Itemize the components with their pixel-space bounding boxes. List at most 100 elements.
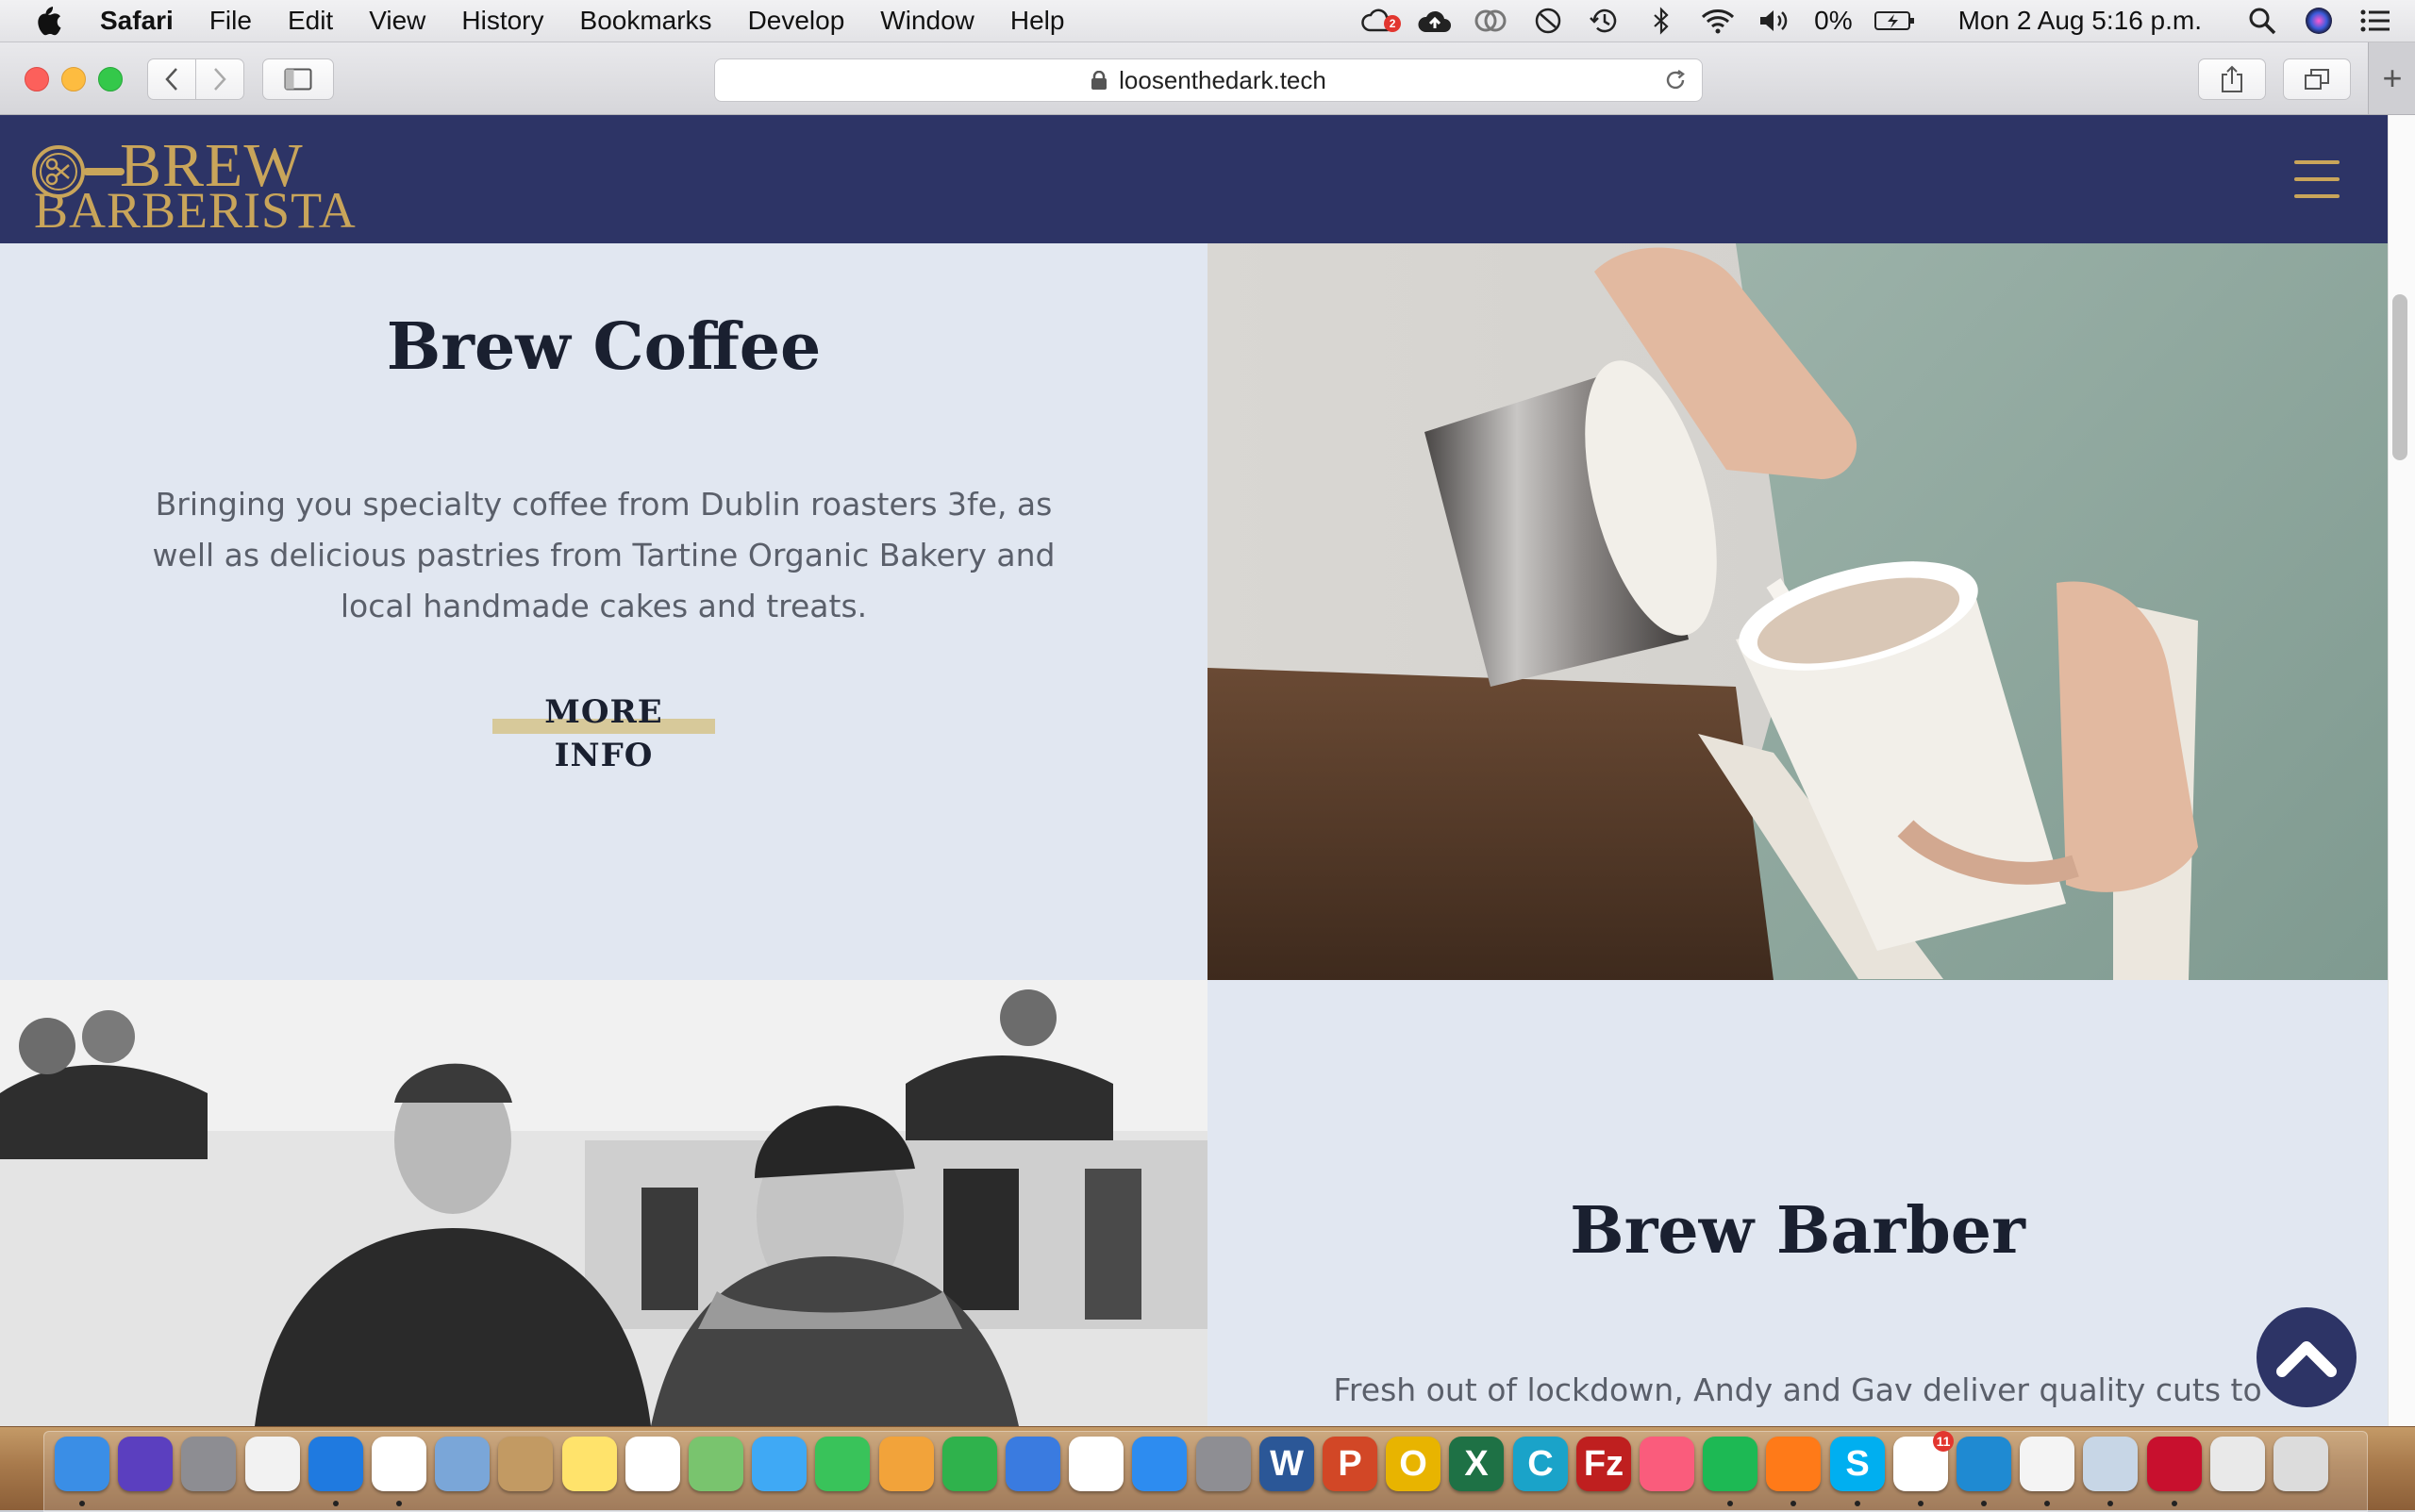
minimize-window-button[interactable] bbox=[61, 67, 86, 91]
notification-center-icon[interactable] bbox=[2357, 6, 2394, 36]
dock-outlook-icon[interactable]: O bbox=[1386, 1437, 1441, 1491]
menu-edit[interactable]: Edit bbox=[288, 6, 333, 36]
dock-photos-icon[interactable] bbox=[1069, 1437, 1124, 1491]
dock-trash-icon[interactable] bbox=[2273, 1437, 2328, 1491]
dock-reminders-icon[interactable] bbox=[625, 1437, 680, 1491]
menu-file[interactable]: File bbox=[209, 6, 252, 36]
dock-cyberduck-icon[interactable]: C bbox=[1513, 1437, 1568, 1491]
back-button[interactable] bbox=[147, 58, 196, 100]
share-button[interactable] bbox=[2198, 58, 2266, 100]
dock-spotify-icon[interactable] bbox=[1703, 1437, 1757, 1491]
site-header: BREW BARBERISTA bbox=[0, 115, 2388, 243]
dock-numbers-icon[interactable] bbox=[942, 1437, 997, 1491]
battery-percent[interactable]: 0% bbox=[1814, 6, 1852, 36]
dock-acrobat-icon[interactable] bbox=[2147, 1437, 2202, 1491]
url-text: loosenthedark.tech bbox=[1119, 65, 1326, 94]
site-logo[interactable]: BREW BARBERISTA bbox=[30, 131, 356, 239]
address-bar[interactable]: loosenthedark.tech bbox=[714, 58, 1703, 102]
reload-icon[interactable] bbox=[1662, 67, 1689, 93]
dock-filezilla-icon[interactable]: Fz bbox=[1576, 1437, 1631, 1491]
volume-icon[interactable] bbox=[1756, 6, 1793, 36]
dock-chrome-icon[interactable] bbox=[372, 1437, 426, 1491]
dock-launchpad-grid-icon[interactable] bbox=[245, 1437, 300, 1491]
do-not-disturb-icon[interactable] bbox=[1529, 6, 1567, 36]
dock-textedit-icon[interactable] bbox=[2020, 1437, 2074, 1491]
dock-running-indicator bbox=[2172, 1501, 2177, 1506]
dock-skype-icon[interactable]: S bbox=[1830, 1437, 1885, 1491]
dock-music-icon[interactable] bbox=[1640, 1437, 1694, 1491]
dock-firefox-icon[interactable] bbox=[1766, 1437, 1821, 1491]
dock-slack-icon[interactable]: 11 bbox=[1893, 1431, 1954, 1491]
sidebar-toggle-button[interactable] bbox=[262, 58, 334, 100]
dock-preview-icon[interactable] bbox=[2083, 1437, 2138, 1491]
dock-pages-icon[interactable] bbox=[879, 1437, 934, 1491]
dock-running-indicator bbox=[1981, 1501, 1987, 1506]
siri-icon[interactable] bbox=[2300, 6, 2338, 36]
forward-button[interactable] bbox=[195, 58, 244, 100]
dock-running-indicator bbox=[1855, 1501, 1860, 1506]
wifi-icon[interactable] bbox=[1699, 6, 1737, 36]
dock-icon-glyph: W bbox=[1270, 1443, 1304, 1484]
creative-cloud-sync-icon[interactable]: 2 bbox=[1359, 6, 1402, 36]
dock-app-store-icon[interactable] bbox=[1132, 1437, 1187, 1491]
time-machine-icon[interactable] bbox=[1586, 6, 1624, 36]
menu-view[interactable]: View bbox=[369, 6, 425, 36]
dock-running-indicator bbox=[396, 1501, 402, 1506]
dock-maps-icon[interactable] bbox=[689, 1437, 743, 1491]
dock-vscode-icon[interactable] bbox=[1957, 1437, 2011, 1491]
tabs-icon bbox=[2305, 69, 2329, 90]
menu-history[interactable]: History bbox=[461, 6, 543, 36]
menu-develop[interactable]: Develop bbox=[748, 6, 845, 36]
dock-running-indicator bbox=[79, 1501, 85, 1506]
spotlight-search-icon[interactable] bbox=[2243, 6, 2281, 36]
dock-keynote-icon[interactable] bbox=[1006, 1437, 1060, 1491]
dock-icon-glyph: O bbox=[1399, 1443, 1427, 1484]
dock-icon-glyph: Fz bbox=[1583, 1443, 1624, 1484]
more-info-label: MORE INFO bbox=[544, 693, 663, 774]
dock-launchpad-icon[interactable] bbox=[181, 1437, 236, 1491]
dock-running-indicator bbox=[1790, 1501, 1796, 1506]
barbers-photo bbox=[0, 980, 1208, 1426]
chevron-up-icon bbox=[2276, 1341, 2337, 1377]
dock-safari-icon[interactable] bbox=[308, 1437, 363, 1491]
chevron-left-icon bbox=[165, 68, 177, 91]
zoom-window-button[interactable] bbox=[98, 67, 123, 91]
dock-messages-icon[interactable] bbox=[752, 1437, 807, 1491]
dock-downloads-stack-icon[interactable] bbox=[2210, 1437, 2265, 1491]
tab-overview-button[interactable] bbox=[2283, 58, 2351, 100]
dock-siri-icon[interactable] bbox=[118, 1437, 173, 1491]
dock-running-indicator bbox=[333, 1501, 339, 1506]
dock-system-preferences-icon[interactable] bbox=[1196, 1437, 1251, 1491]
menu-bar: Safari File Edit View History Bookmarks … bbox=[0, 0, 2415, 42]
menu-help[interactable]: Help bbox=[1010, 6, 1065, 36]
new-tab-button[interactable]: + bbox=[2368, 42, 2415, 114]
cloud-badge: 2 bbox=[1384, 15, 1402, 32]
dock-facetime-icon[interactable] bbox=[815, 1437, 870, 1491]
apple-menu-icon[interactable] bbox=[34, 5, 62, 37]
dock-powerpoint-icon[interactable]: P bbox=[1323, 1437, 1377, 1491]
coffee-more-info-link[interactable]: MORE INFO bbox=[492, 690, 715, 774]
menu-app-name[interactable]: Safari bbox=[100, 6, 174, 36]
clock[interactable]: Mon 2 Aug 5:16 p.m. bbox=[1958, 6, 2202, 36]
page-scrollbar-thumb[interactable] bbox=[2392, 294, 2407, 460]
back-to-top-button[interactable] bbox=[2257, 1307, 2357, 1407]
bluetooth-icon[interactable] bbox=[1642, 6, 1680, 36]
dock-contacts-icon[interactable] bbox=[498, 1437, 553, 1491]
dock-running-indicator bbox=[2107, 1501, 2113, 1506]
adobe-cc-icon[interactable] bbox=[1473, 6, 1510, 36]
dock-icon-glyph: C bbox=[1527, 1443, 1554, 1484]
battery-charging-icon[interactable] bbox=[1874, 6, 1917, 36]
dock-finder-icon[interactable] bbox=[55, 1437, 109, 1491]
menu-window[interactable]: Window bbox=[880, 6, 974, 36]
hamburger-menu-icon[interactable] bbox=[2294, 160, 2340, 198]
menu-bookmarks[interactable]: Bookmarks bbox=[580, 6, 712, 36]
dock-running-indicator bbox=[1727, 1501, 1733, 1506]
dock-notes-icon[interactable] bbox=[562, 1437, 617, 1491]
cloud-upload-icon[interactable] bbox=[1416, 6, 1454, 36]
close-window-button[interactable] bbox=[25, 67, 49, 91]
web-page: BREW BARBERISTA Brew Coffee Bringing you… bbox=[0, 115, 2388, 1426]
dock-excel-icon[interactable]: X bbox=[1449, 1437, 1504, 1491]
dock-word-icon[interactable]: W bbox=[1259, 1437, 1314, 1491]
coffee-description: Bringing you specialty coffee from Dubli… bbox=[152, 486, 1056, 624]
dock-mail-bird-icon[interactable] bbox=[435, 1437, 490, 1491]
